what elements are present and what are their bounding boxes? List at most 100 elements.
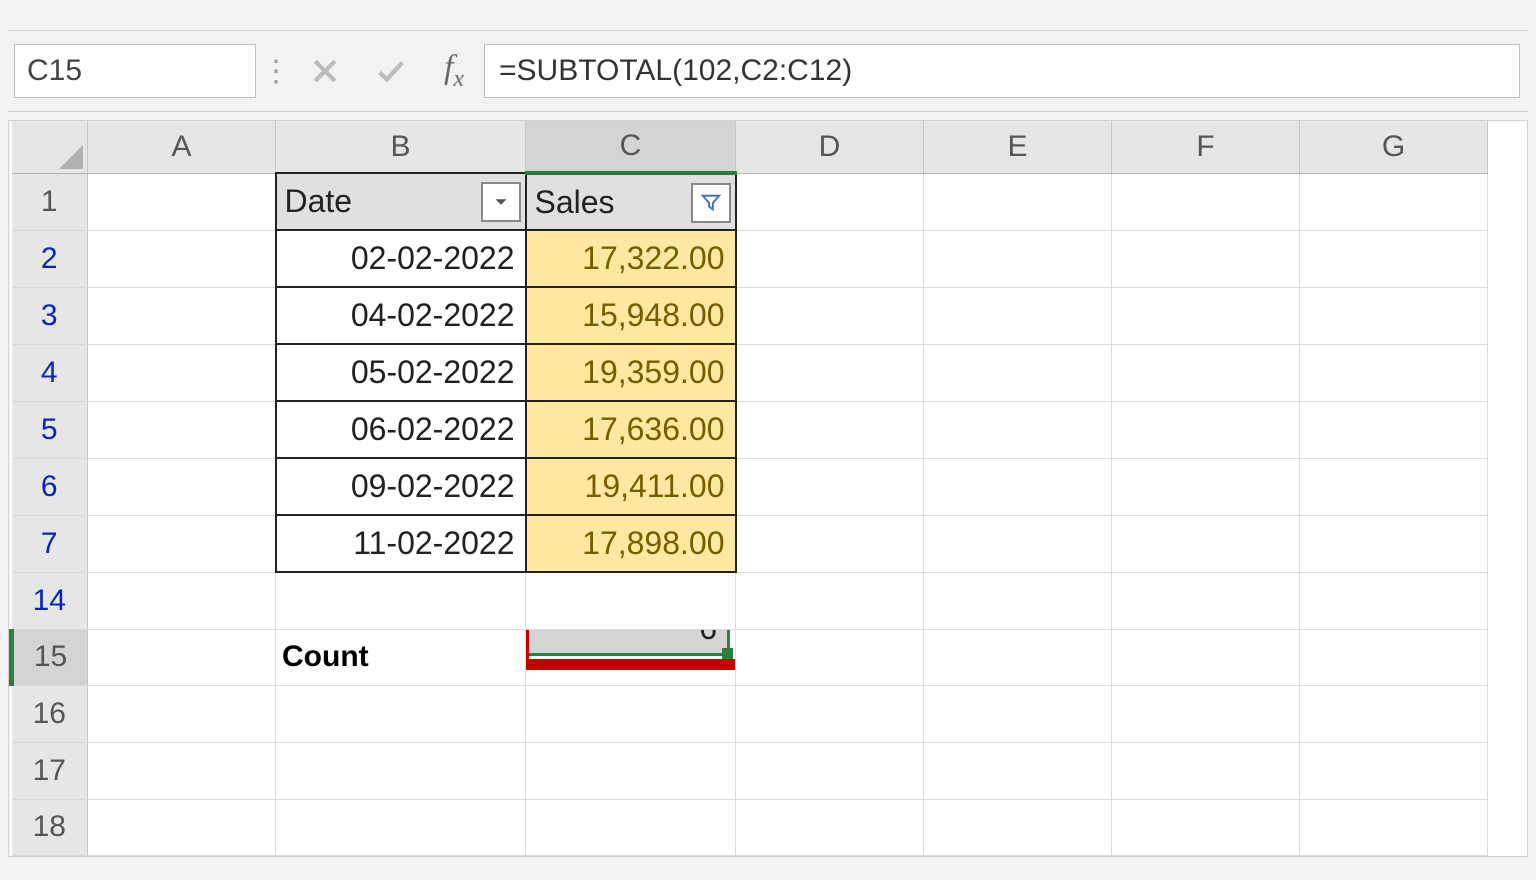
cell[interactable] xyxy=(924,173,1112,230)
selected-cell[interactable]: 6 xyxy=(526,629,736,685)
cell[interactable] xyxy=(736,230,924,287)
cell[interactable] xyxy=(924,799,1112,855)
cell[interactable] xyxy=(1112,458,1300,515)
cell[interactable] xyxy=(1300,685,1488,742)
cell[interactable] xyxy=(736,344,924,401)
cell[interactable] xyxy=(88,799,276,855)
cell[interactable] xyxy=(924,458,1112,515)
cell[interactable] xyxy=(526,685,736,742)
cell[interactable] xyxy=(526,742,736,799)
cell[interactable] xyxy=(526,572,736,629)
filter-dropdown-icon[interactable] xyxy=(481,182,521,222)
row-header[interactable]: 18 xyxy=(12,799,88,855)
col-header-A[interactable]: A xyxy=(88,121,276,173)
cell[interactable] xyxy=(924,287,1112,344)
cell[interactable] xyxy=(736,515,924,572)
name-box[interactable]: C15 xyxy=(14,44,256,98)
cell[interactable] xyxy=(276,685,526,742)
cell[interactable] xyxy=(276,572,526,629)
cell[interactable] xyxy=(1300,230,1488,287)
cancel-formula-button[interactable] xyxy=(292,48,358,94)
cell[interactable] xyxy=(736,629,924,685)
cell[interactable] xyxy=(88,629,276,685)
cell[interactable] xyxy=(1300,742,1488,799)
cell[interactable] xyxy=(1112,742,1300,799)
cell[interactable] xyxy=(924,230,1112,287)
cell[interactable] xyxy=(1112,629,1300,685)
row-header[interactable]: 16 xyxy=(12,685,88,742)
cell[interactable] xyxy=(88,742,276,799)
cell-date[interactable]: 02-02-2022 xyxy=(276,230,526,287)
cell[interactable] xyxy=(88,458,276,515)
cell[interactable] xyxy=(736,572,924,629)
cell-sales[interactable]: 17,898.00 xyxy=(526,515,736,572)
col-header-C[interactable]: C xyxy=(526,121,736,173)
cell[interactable] xyxy=(88,515,276,572)
cell[interactable] xyxy=(1300,458,1488,515)
filter-active-icon[interactable] xyxy=(691,183,731,223)
row-header[interactable]: 1 xyxy=(12,173,88,230)
cell-date[interactable]: 04-02-2022 xyxy=(276,287,526,344)
cell[interactable] xyxy=(924,572,1112,629)
cell[interactable] xyxy=(88,173,276,230)
cell-date[interactable]: 11-02-2022 xyxy=(276,515,526,572)
cell-date[interactable]: 06-02-2022 xyxy=(276,401,526,458)
cell[interactable] xyxy=(736,173,924,230)
select-all-button[interactable] xyxy=(12,121,88,173)
cell[interactable] xyxy=(736,742,924,799)
cell[interactable] xyxy=(1112,799,1300,855)
cell[interactable] xyxy=(736,287,924,344)
cell[interactable] xyxy=(924,515,1112,572)
cell[interactable] xyxy=(1300,401,1488,458)
cell[interactable] xyxy=(1112,515,1300,572)
cell[interactable] xyxy=(1112,230,1300,287)
cell[interactable] xyxy=(1300,629,1488,685)
cell[interactable] xyxy=(88,685,276,742)
cell[interactable] xyxy=(736,799,924,855)
cell[interactable] xyxy=(1300,173,1488,230)
cell-sales[interactable]: 17,322.00 xyxy=(526,230,736,287)
cell-sales[interactable]: 15,948.00 xyxy=(526,287,736,344)
cell[interactable] xyxy=(526,799,736,855)
cell[interactable] xyxy=(736,458,924,515)
cell[interactable] xyxy=(88,344,276,401)
cell-sales[interactable]: 19,359.00 xyxy=(526,344,736,401)
row-header[interactable]: 14 xyxy=(12,572,88,629)
cell[interactable] xyxy=(88,287,276,344)
cell[interactable] xyxy=(1300,344,1488,401)
cell-date[interactable]: 05-02-2022 xyxy=(276,344,526,401)
worksheet-grid[interactable]: A B C D E F G 1 Date Sales 2 02-02-2 xyxy=(8,120,1528,857)
col-header-G[interactable]: G xyxy=(1300,121,1488,173)
cell[interactable] xyxy=(924,401,1112,458)
col-header-E[interactable]: E xyxy=(924,121,1112,173)
cell[interactable] xyxy=(1300,799,1488,855)
cell[interactable] xyxy=(276,799,526,855)
cell[interactable] xyxy=(1112,572,1300,629)
row-header[interactable]: 6 xyxy=(12,458,88,515)
cell-date[interactable]: 09-02-2022 xyxy=(276,458,526,515)
row-header[interactable]: 17 xyxy=(12,742,88,799)
row-header-active[interactable]: 15 xyxy=(12,629,88,685)
col-header-F[interactable]: F xyxy=(1112,121,1300,173)
cell[interactable] xyxy=(88,401,276,458)
col-header-D[interactable]: D xyxy=(736,121,924,173)
cell[interactable] xyxy=(924,344,1112,401)
row-header[interactable]: 5 xyxy=(12,401,88,458)
cell[interactable] xyxy=(1300,515,1488,572)
cell[interactable] xyxy=(1112,401,1300,458)
cell[interactable] xyxy=(924,685,1112,742)
cell-sales[interactable]: 19,411.00 xyxy=(526,458,736,515)
cell[interactable] xyxy=(276,742,526,799)
row-header[interactable]: 4 xyxy=(12,344,88,401)
cell[interactable] xyxy=(924,742,1112,799)
cell[interactable] xyxy=(1112,685,1300,742)
cell[interactable] xyxy=(924,629,1112,685)
insert-function-button[interactable]: fx xyxy=(424,49,484,93)
filter-header-sales[interactable]: Sales xyxy=(526,173,736,230)
cell[interactable] xyxy=(88,572,276,629)
cell[interactable] xyxy=(1112,173,1300,230)
count-label-cell[interactable]: Count xyxy=(276,629,526,685)
row-header[interactable]: 7 xyxy=(12,515,88,572)
accept-formula-button[interactable] xyxy=(358,48,424,94)
cell[interactable] xyxy=(1112,344,1300,401)
